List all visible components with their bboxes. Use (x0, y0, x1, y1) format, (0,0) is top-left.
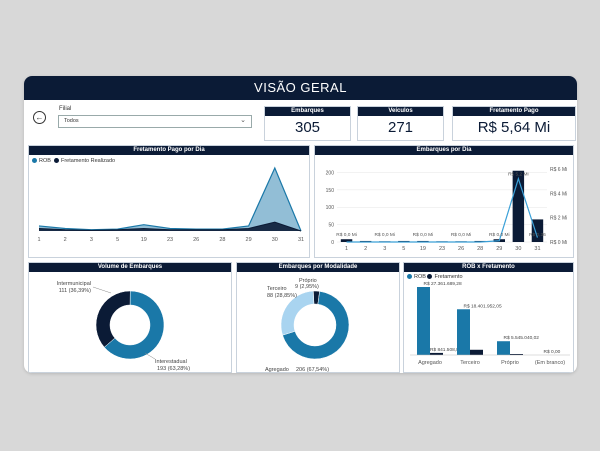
x-tick-label: 5 (116, 237, 119, 243)
embarques-bar (531, 219, 544, 242)
page-title: VISÃO GERAL (24, 76, 577, 100)
leader-line (144, 352, 156, 360)
kpi-veiculos: Veículos 271 (357, 106, 444, 141)
y-tick-label: 200 (326, 170, 335, 176)
x-tick-label: 2 (364, 246, 367, 252)
y-tick-label: 100 (326, 205, 335, 211)
x-tick-label: 19 (141, 237, 147, 243)
y-tick-label: 150 (326, 188, 335, 194)
y2-tick-label: R$ 4 Mi (550, 191, 567, 197)
y-tick-label: 0 (331, 240, 334, 246)
filter-label: Filial (59, 106, 72, 112)
category-label: Agregado (418, 360, 442, 366)
fretamento-bar (430, 352, 443, 355)
fretamento-dia-panel: Fretamento Pago por Dia ROB Fretamento R… (28, 145, 310, 258)
rob-value-label: R$ 27.361.689,28 (424, 281, 462, 287)
value-label: R$ 0,0 Mi (374, 232, 395, 238)
rob-bar (497, 341, 510, 355)
kpi-veiculos-label: Veículos (358, 107, 443, 116)
filial-dropdown[interactable]: Todos ⌄ (58, 115, 252, 128)
x-tick-label: 3 (383, 246, 386, 252)
leader-line (92, 286, 112, 294)
x-tick-label: 28 (477, 246, 483, 252)
x-tick-label: 1 (345, 246, 348, 252)
y2-tick-label: R$ 2 Mi (550, 216, 567, 222)
y-tick-label: 50 (328, 223, 334, 229)
x-tick-label: 1 (37, 237, 40, 243)
x-tick-label: 23 (167, 237, 173, 243)
slice-label-terceiro-name: Terceiro (267, 286, 287, 292)
x-tick-label: 3 (90, 237, 93, 243)
value-label: R$ 0,0 Mi (413, 232, 434, 238)
x-tick-label: 30 (515, 246, 521, 252)
slice-label-interestadual-name: Interestadual (155, 359, 187, 365)
kpi-fretamento-pago: Fretamento Pago R$ 5,64 Mi (452, 106, 576, 141)
kpi-fretamento-value: R$ 5,64 Mi (477, 119, 551, 136)
embarques-bar (512, 170, 525, 242)
value-label: R$ 0,0 Mi (336, 232, 357, 238)
rob-area (39, 168, 301, 231)
category-label: Terceiro (460, 360, 480, 366)
slice-label-agregado-detail: 206 (67,54%) (296, 367, 329, 373)
filial-selected-value: Todos (64, 118, 79, 124)
fretamento-dia-chart: 1 2 3 5 19 23 26 28 29 30 31 (37, 166, 304, 243)
x-tick-label: 28 (219, 237, 225, 243)
chevron-down-icon: ⌄ (240, 117, 246, 124)
y2-tick-label: R$ 0 Mi (550, 240, 567, 246)
volume-donut-chart: Intermunicipal111 (36,39%) Interestadual1… (57, 281, 190, 372)
rob-fretamento-panel: ROB x Fretamento ROB Fretamento R$ 27.36… (403, 262, 574, 373)
volume-title: Volume de Embarques (29, 263, 231, 272)
slice-label-proprio-detail: 9 (2,95%) (295, 284, 319, 290)
slice-label-agregado-name: Agregado (265, 367, 289, 373)
x-tick-label: 30 (272, 237, 278, 243)
x-tick-label: 5 (402, 246, 405, 252)
slice-label-interestadual-detail: 193 (63,28%) (157, 366, 190, 372)
modalidade-panel: Embarques por Modalidade Próprio 9 (2,95%… (236, 262, 400, 373)
rob-bar (417, 287, 430, 355)
rob-bar (457, 309, 470, 355)
embarques-dia-title: Embarques por Dia (315, 146, 573, 155)
rob-fretamento-chart: R$ 27.361.689,28R$ 841.508,88AgregadoR$ … (410, 281, 570, 366)
modalidade-title: Embarques por Modalidade (237, 263, 399, 272)
x-tick-label: 31 (298, 237, 304, 243)
x-tick-label: 29 (246, 237, 252, 243)
slice-label-intermunicipal-detail: 111 (36,39%) (59, 288, 91, 294)
embarques-dia-panel: Embarques por Dia 200 150 100 50 0 R$ 6 Mi R$ … (314, 145, 574, 258)
slice-label-terceiro-detail: 88 (28,85%) (267, 293, 297, 299)
kpi-embarques: Embarques 305 (264, 106, 351, 141)
category-label: Próprio (501, 360, 519, 366)
x-tick-label: 29 (496, 246, 502, 252)
value-label: R$ 5,2 Mi (508, 172, 529, 178)
x-tick-label: 23 (439, 246, 445, 252)
donut-slice (95, 290, 131, 348)
rob-value-label: R$ 5.545.040,02 (504, 335, 540, 341)
back-arrow-icon[interactable]: ← (33, 111, 46, 124)
fretamento-dia-title: Fretamento Pago por Dia (29, 146, 309, 155)
kpi-fretamento-label: Fretamento Pago (453, 107, 575, 116)
modalidade-donut-chart: Próprio9 (2,95%)Terceiro88 (28,85%)Agreg… (265, 278, 350, 373)
y2-tick-label: R$ 6 Mi (550, 167, 567, 173)
x-tick-label: 26 (458, 246, 464, 252)
value-label: R$ 0,0 Mi (451, 232, 472, 238)
category-label: (Em branco) (535, 360, 565, 366)
value-label: R$ 0,0 Mi (489, 232, 510, 238)
x-tick-label: 19 (420, 246, 426, 252)
x-tick-label: 31 (534, 246, 540, 252)
embarques-dia-chart: 200 150 100 50 0 R$ 6 Mi R$ 4 Mi R$ 2 Mi R$ 0 Mi… (326, 167, 568, 252)
kpi-embarques-label: Embarques (265, 107, 350, 116)
kpi-embarques-value: 305 (294, 119, 321, 136)
fretamento-bar (470, 349, 483, 355)
volume-panel: Volume de Embarques Intermunicipal 111 (3… (28, 262, 232, 373)
x-tick-label: 26 (193, 237, 199, 243)
slice-label-intermunicipal-name: Intermunicipal (57, 281, 91, 287)
rob-value-label: R$ 0,00 (544, 349, 561, 355)
rob-value-label: R$ 18.401.952,05 (464, 303, 502, 309)
dashboard: VISÃO GERAL ← Filial Todos ⌄ Embarques 3… (24, 76, 577, 373)
kpi-veiculos-value: 271 (387, 119, 414, 136)
x-tick-label: 2 (64, 237, 67, 243)
rob-fretamento-title: ROB x Fretamento (404, 263, 573, 272)
value-label: R$ 0,36 (529, 232, 546, 238)
